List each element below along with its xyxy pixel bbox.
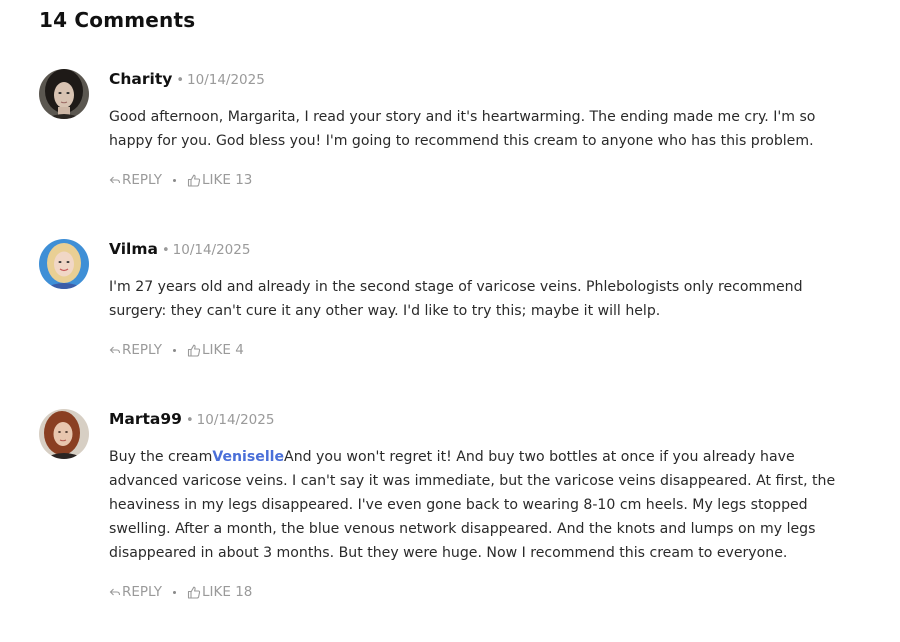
meta-separator: • [161,243,170,258]
action-separator [173,348,177,352]
comment-text: I'm 27 years old and already in the seco… [109,279,803,319]
like-label: LIKE 18 [202,584,253,600]
avatar[interactable] [39,69,89,119]
thumbs-up-icon [187,174,201,187]
meta-separator: • [176,73,185,88]
comment-actions: REPLY LIKE 4 [109,342,244,358]
reply-label: REPLY [122,584,163,600]
like-button[interactable]: LIKE 13 [187,172,252,188]
reply-label: REPLY [122,342,163,358]
comment-text: Buy the creamVeniselleAnd you won't regr… [109,445,861,565]
product-link[interactable]: Veniselle [212,449,284,465]
like-button[interactable]: LIKE 4 [187,342,244,358]
like-label: LIKE 13 [202,172,253,188]
reply-button[interactable]: REPLY [109,342,162,358]
comment-meta: Vilma • 10/14/2025 [109,239,250,258]
avatar-red-hair-woman-icon [39,409,89,459]
comment-date: 10/14/2025 [196,412,275,428]
comment-actions: REPLY LIKE 18 [109,584,252,600]
comments-heading: 14 Comments [39,8,196,32]
comment-text-before-link: Buy the cream [109,449,213,465]
action-separator [173,178,177,182]
like-label: LIKE 4 [202,342,244,358]
reply-arrow-icon [109,346,121,354]
comment-author[interactable]: Vilma [109,240,158,258]
comment-date: 10/14/2025 [172,242,251,258]
comment-author[interactable]: Marta99 [109,410,182,428]
comment-text: Good afternoon, Margarita, I read your s… [109,109,816,149]
comment-meta: Charity • 10/14/2025 [109,69,265,88]
thumbs-up-icon [187,344,201,357]
avatar[interactable] [39,409,89,459]
comment-actions: REPLY LIKE 13 [109,172,252,188]
reply-arrow-icon [109,588,121,596]
reply-label: REPLY [122,172,163,188]
reply-button[interactable]: REPLY [109,584,162,600]
reply-button[interactable]: REPLY [109,172,162,188]
meta-separator: • [185,413,194,428]
comment-date: 10/14/2025 [187,72,265,88]
avatar[interactable] [39,239,89,289]
avatar-dark-hair-woman-icon [39,69,89,119]
comment-text-after-link: And you won't regret it! And buy two bot… [109,449,836,561]
comment-author[interactable]: Charity [109,70,172,88]
thumbs-up-icon [187,586,201,599]
comments-section: 14 Comments Charity • 10/14/2025 Good afte… [0,0,900,642]
avatar-blonde-woman-icon [39,239,89,289]
like-button[interactable]: LIKE 18 [187,584,252,600]
comment-meta: Marta99 • 10/14/2025 [109,409,274,428]
reply-arrow-icon [109,176,121,184]
action-separator [173,590,177,594]
